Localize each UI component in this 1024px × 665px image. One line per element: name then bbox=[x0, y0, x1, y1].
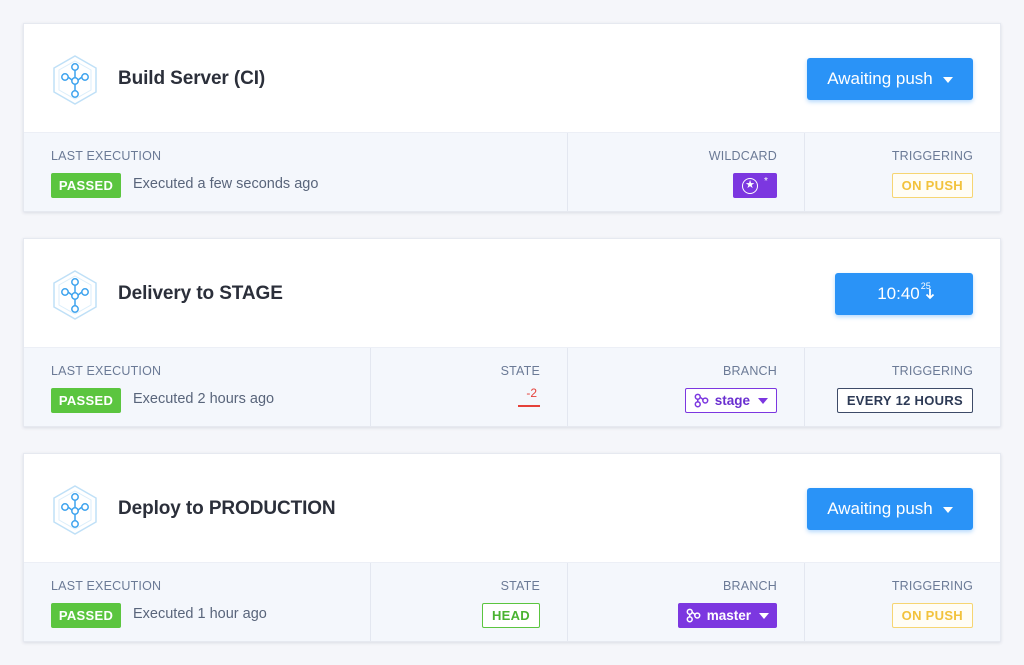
triggering-label: TRIGGERING bbox=[891, 149, 973, 163]
state-value[interactable]: -2 bbox=[526, 386, 537, 400]
pipeline-card-deploy-production: Deploy to PRODUCTION Awaiting push LAST … bbox=[23, 453, 1001, 642]
trigger-mode-badge[interactable]: ON PUSH bbox=[891, 603, 973, 628]
status-badge[interactable]: PASSED bbox=[51, 173, 121, 198]
chevron-down-icon bbox=[758, 398, 768, 404]
execution-time-text[interactable]: Executed 1 hour ago bbox=[133, 606, 267, 622]
triggering-label: TRIGGERING bbox=[891, 364, 973, 378]
branch-column: BRANCH master bbox=[568, 563, 805, 641]
last-execution-column: LAST EXECUTION PASSED Executed 2 hours a… bbox=[24, 348, 371, 426]
trigger-mode-badge[interactable]: ON PUSH bbox=[891, 173, 973, 198]
triggering-column: TRIGGERING ON PUSH bbox=[805, 133, 1000, 211]
last-execution-column: LAST EXECUTION PASSED Executed a few sec… bbox=[24, 133, 568, 211]
state-label: STATE bbox=[500, 579, 540, 593]
last-execution-label: LAST EXECUTION bbox=[51, 579, 162, 593]
branch-selector[interactable]: master bbox=[677, 603, 777, 628]
awaiting-push-label: Awaiting push bbox=[827, 499, 933, 518]
last-execution-label: LAST EXECUTION bbox=[51, 149, 162, 163]
pipeline-details: LAST EXECUTION PASSED Executed a few sec… bbox=[24, 132, 1000, 211]
scheduled-time-button[interactable]: 10:40 25 bbox=[835, 273, 973, 315]
pipeline-title[interactable]: Delivery to STAGE bbox=[118, 283, 283, 305]
last-execution-label: LAST EXECUTION bbox=[51, 364, 162, 378]
status-badge[interactable]: PASSED bbox=[51, 603, 121, 628]
git-branch-icon bbox=[694, 393, 709, 408]
state-indicator-line bbox=[518, 405, 540, 407]
arrow-down-icon bbox=[925, 289, 935, 300]
execution-time-text[interactable]: Executed 2 hours ago bbox=[133, 391, 274, 407]
pipeline-card-build-server: Build Server (CI) Awaiting push LAST EXE… bbox=[23, 23, 1001, 212]
chevron-down-icon bbox=[942, 77, 953, 83]
triggering-column: TRIGGERING EVERY 12 HOURS bbox=[805, 348, 1000, 426]
chevron-down-icon bbox=[942, 507, 953, 513]
awaiting-push-label: Awaiting push bbox=[827, 69, 933, 88]
awaiting-push-button[interactable]: Awaiting push bbox=[807, 488, 973, 530]
pipeline-hex-icon bbox=[53, 55, 97, 105]
pipeline-header: Deploy to PRODUCTION Awaiting push bbox=[24, 454, 1000, 563]
trigger-mode-badge[interactable]: EVERY 12 HOURS bbox=[836, 388, 973, 413]
branch-selector[interactable]: stage bbox=[684, 388, 777, 413]
branch-column: BRANCH stage bbox=[568, 348, 805, 426]
branch-label: BRANCH bbox=[723, 579, 777, 593]
branch-name: master bbox=[706, 608, 751, 623]
branch-label: BRANCH bbox=[723, 364, 777, 378]
state-column: STATE -2 bbox=[371, 348, 568, 426]
awaiting-push-button[interactable]: Awaiting push bbox=[807, 58, 973, 100]
pipeline-details: LAST EXECUTION PASSED Executed 1 hour ag… bbox=[24, 562, 1000, 641]
triggering-label: TRIGGERING bbox=[891, 579, 973, 593]
state-column: STATE HEAD bbox=[371, 563, 568, 641]
state-label: STATE bbox=[500, 364, 540, 378]
wildcard-value: * bbox=[764, 176, 768, 187]
pipeline-title[interactable]: Deploy to PRODUCTION bbox=[118, 498, 336, 520]
wildcard-star-icon: ★ bbox=[742, 177, 759, 194]
pipeline-header: Build Server (CI) Awaiting push bbox=[24, 24, 1000, 133]
pipeline-hex-icon bbox=[53, 270, 97, 320]
wildcard-badge[interactable]: ★ * bbox=[733, 173, 777, 198]
last-execution-column: LAST EXECUTION PASSED Executed 1 hour ag… bbox=[24, 563, 371, 641]
pipeline-details: LAST EXECUTION PASSED Executed 2 hours a… bbox=[24, 347, 1000, 426]
pipeline-title[interactable]: Build Server (CI) bbox=[118, 68, 265, 90]
wildcard-column: WILDCARD ★ * bbox=[568, 133, 805, 211]
chevron-down-icon bbox=[759, 613, 769, 619]
pipeline-header: Delivery to STAGE 10:40 25 bbox=[24, 239, 1000, 348]
triggering-column: TRIGGERING ON PUSH bbox=[805, 563, 1000, 641]
state-head-badge[interactable]: HEAD bbox=[481, 603, 540, 628]
wildcard-label: WILDCARD bbox=[708, 149, 777, 163]
pipeline-card-delivery-stage: Delivery to STAGE 10:40 25 LAST EXECUTIO… bbox=[23, 238, 1001, 427]
branch-name: stage bbox=[714, 393, 750, 408]
execution-time-text[interactable]: Executed a few seconds ago bbox=[133, 176, 318, 192]
status-badge[interactable]: PASSED bbox=[51, 388, 121, 413]
git-branch-icon bbox=[686, 608, 701, 623]
pipeline-hex-icon bbox=[53, 485, 97, 535]
scheduled-time: 10:40 bbox=[877, 284, 920, 303]
